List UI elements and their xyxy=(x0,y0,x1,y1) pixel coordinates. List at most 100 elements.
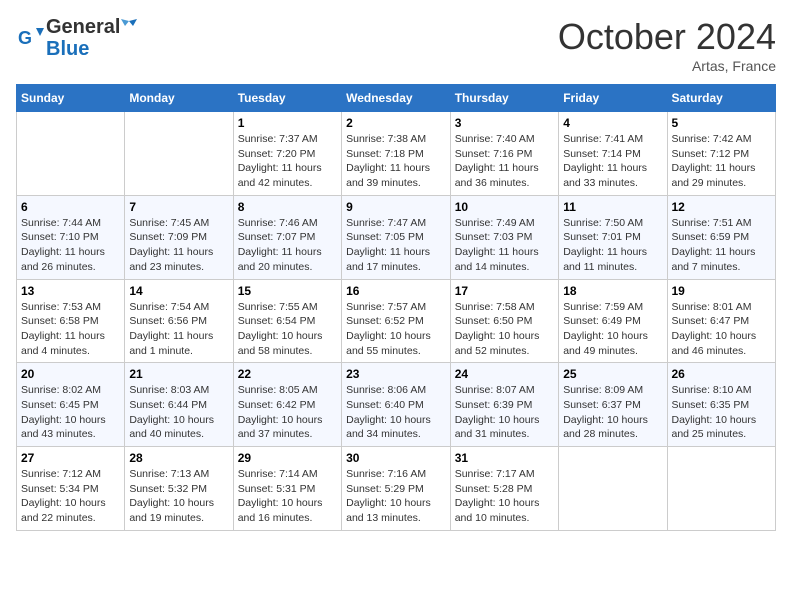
day-info: Sunrise: 8:10 AM Sunset: 6:35 PM Dayligh… xyxy=(672,383,772,442)
day-number: 11 xyxy=(563,200,662,214)
page-header: G General Blue October 2024 Artas, Franc… xyxy=(16,16,776,74)
day-info: Sunrise: 7:50 AM Sunset: 7:01 PM Dayligh… xyxy=(563,216,662,275)
calendar-cell: 11 Sunrise: 7:50 AM Sunset: 7:01 PM Dayli… xyxy=(559,195,667,279)
calendar-cell: 18 Sunrise: 7:59 AM Sunset: 6:49 PM Dayli… xyxy=(559,279,667,363)
day-info: Sunrise: 7:13 AM Sunset: 5:32 PM Dayligh… xyxy=(129,467,228,526)
day-number: 24 xyxy=(455,367,554,381)
day-info: Sunrise: 7:55 AM Sunset: 6:54 PM Dayligh… xyxy=(238,300,337,359)
day-info: Sunrise: 7:59 AM Sunset: 6:49 PM Dayligh… xyxy=(563,300,662,359)
month-title: October 2024 xyxy=(558,16,776,58)
column-header-tuesday: Tuesday xyxy=(233,85,341,112)
day-info: Sunrise: 7:37 AM Sunset: 7:20 PM Dayligh… xyxy=(238,132,337,191)
day-info: Sunrise: 7:12 AM Sunset: 5:34 PM Dayligh… xyxy=(21,467,120,526)
day-number: 14 xyxy=(129,284,228,298)
calendar-cell: 17 Sunrise: 7:58 AM Sunset: 6:50 PM Dayli… xyxy=(450,279,558,363)
day-info: Sunrise: 7:54 AM Sunset: 6:56 PM Dayligh… xyxy=(129,300,228,359)
calendar-cell: 12Sunrise: 7:51 AM Sunset: 6:59 PM Dayli… xyxy=(667,195,776,279)
day-info: Sunrise: 8:09 AM Sunset: 6:37 PM Dayligh… xyxy=(563,383,662,442)
day-number: 22 xyxy=(238,367,337,381)
column-header-sunday: Sunday xyxy=(17,85,125,112)
day-number: 26 xyxy=(672,367,772,381)
calendar-cell: 1 Sunrise: 7:37 AM Sunset: 7:20 PM Daylig… xyxy=(233,112,341,196)
day-info: Sunrise: 7:45 AM Sunset: 7:09 PM Dayligh… xyxy=(129,216,228,275)
calendar-cell: 31 Sunrise: 7:17 AM Sunset: 5:28 PM Dayli… xyxy=(450,447,558,531)
day-number: 17 xyxy=(455,284,554,298)
day-number: 29 xyxy=(238,451,337,465)
calendar-cell: 24 Sunrise: 8:07 AM Sunset: 6:39 PM Dayli… xyxy=(450,363,558,447)
calendar-cell: 26 Sunrise: 8:10 AM Sunset: 6:35 PM Dayli… xyxy=(667,363,776,447)
day-info: Sunrise: 7:53 AM Sunset: 6:58 PM Dayligh… xyxy=(21,300,120,359)
day-number: 1 xyxy=(238,116,337,130)
calendar-cell: 10Sunrise: 7:49 AM Sunset: 7:03 PM Dayli… xyxy=(450,195,558,279)
day-number: 8 xyxy=(238,200,337,214)
calendar-cell xyxy=(559,447,667,531)
day-info: Sunrise: 8:03 AM Sunset: 6:44 PM Dayligh… xyxy=(129,383,228,442)
title-block: October 2024 Artas, France xyxy=(558,16,776,74)
calendar-table: SundayMondayTuesdayWednesdayThursdayFrid… xyxy=(16,84,776,531)
day-number: 13 xyxy=(21,284,120,298)
column-header-friday: Friday xyxy=(559,85,667,112)
day-number: 15 xyxy=(238,284,337,298)
day-info: Sunrise: 8:06 AM Sunset: 6:40 PM Dayligh… xyxy=(346,383,446,442)
svg-text:G: G xyxy=(18,28,32,48)
day-number: 30 xyxy=(346,451,446,465)
calendar-cell: 5 Sunrise: 7:42 AM Sunset: 7:12 PM Daylig… xyxy=(667,112,776,196)
day-number: 21 xyxy=(129,367,228,381)
calendar-week-1: 1 Sunrise: 7:37 AM Sunset: 7:20 PM Daylig… xyxy=(17,112,776,196)
calendar-cell: 3Sunrise: 7:40 AM Sunset: 7:16 PM Daylig… xyxy=(450,112,558,196)
calendar-cell: 28 Sunrise: 7:13 AM Sunset: 5:32 PM Dayli… xyxy=(125,447,233,531)
day-info: Sunrise: 7:17 AM Sunset: 5:28 PM Dayligh… xyxy=(455,467,554,526)
logo-icon: G xyxy=(16,24,44,52)
calendar-cell xyxy=(125,112,233,196)
day-info: Sunrise: 7:51 AM Sunset: 6:59 PM Dayligh… xyxy=(672,216,772,275)
day-number: 5 xyxy=(672,116,772,130)
calendar-cell: 25 Sunrise: 8:09 AM Sunset: 6:37 PM Dayli… xyxy=(559,363,667,447)
calendar-cell: 13 Sunrise: 7:53 AM Sunset: 6:58 PM Dayli… xyxy=(17,279,125,363)
day-info: Sunrise: 7:58 AM Sunset: 6:50 PM Dayligh… xyxy=(455,300,554,359)
calendar-cell: 6Sunrise: 7:44 AM Sunset: 7:10 PM Daylig… xyxy=(17,195,125,279)
calendar-cell: 7 Sunrise: 7:45 AM Sunset: 7:09 PM Daylig… xyxy=(125,195,233,279)
header-row: SundayMondayTuesdayWednesdayThursdayFrid… xyxy=(17,85,776,112)
column-header-saturday: Saturday xyxy=(667,85,776,112)
day-number: 18 xyxy=(563,284,662,298)
calendar-cell: 15 Sunrise: 7:55 AM Sunset: 6:54 PM Dayli… xyxy=(233,279,341,363)
day-number: 7 xyxy=(129,200,228,214)
calendar-week-5: 27 Sunrise: 7:12 AM Sunset: 5:34 PM Dayli… xyxy=(17,447,776,531)
day-number: 6 xyxy=(21,200,120,214)
day-number: 10 xyxy=(455,200,554,214)
calendar-cell: 8 Sunrise: 7:46 AM Sunset: 7:07 PM Daylig… xyxy=(233,195,341,279)
day-info: Sunrise: 7:47 AM Sunset: 7:05 PM Dayligh… xyxy=(346,216,446,275)
calendar-cell: 2 Sunrise: 7:38 AM Sunset: 7:18 PM Daylig… xyxy=(342,112,451,196)
calendar-week-3: 13 Sunrise: 7:53 AM Sunset: 6:58 PM Dayli… xyxy=(17,279,776,363)
day-number: 23 xyxy=(346,367,446,381)
column-header-wednesday: Wednesday xyxy=(342,85,451,112)
day-info: Sunrise: 8:01 AM Sunset: 6:47 PM Dayligh… xyxy=(672,300,772,359)
column-header-monday: Monday xyxy=(125,85,233,112)
calendar-cell: 20Sunrise: 8:02 AM Sunset: 6:45 PM Dayli… xyxy=(17,363,125,447)
calendar-cell xyxy=(17,112,125,196)
day-number: 27 xyxy=(21,451,120,465)
day-info: Sunrise: 7:41 AM Sunset: 7:14 PM Dayligh… xyxy=(563,132,662,191)
calendar-cell: 19 Sunrise: 8:01 AM Sunset: 6:47 PM Dayli… xyxy=(667,279,776,363)
logo-general: General xyxy=(46,16,120,38)
day-number: 25 xyxy=(563,367,662,381)
calendar-cell: 16Sunrise: 7:57 AM Sunset: 6:52 PM Dayli… xyxy=(342,279,451,363)
day-number: 28 xyxy=(129,451,228,465)
calendar-cell: 29Sunrise: 7:14 AM Sunset: 5:31 PM Dayli… xyxy=(233,447,341,531)
day-info: Sunrise: 8:07 AM Sunset: 6:39 PM Dayligh… xyxy=(455,383,554,442)
day-info: Sunrise: 7:46 AM Sunset: 7:07 PM Dayligh… xyxy=(238,216,337,275)
logo-blue: Blue xyxy=(46,38,138,60)
day-number: 19 xyxy=(672,284,772,298)
day-number: 9 xyxy=(346,200,446,214)
calendar-cell: 22Sunrise: 8:05 AM Sunset: 6:42 PM Dayli… xyxy=(233,363,341,447)
day-info: Sunrise: 7:40 AM Sunset: 7:16 PM Dayligh… xyxy=(455,132,554,191)
day-info: Sunrise: 7:42 AM Sunset: 7:12 PM Dayligh… xyxy=(672,132,772,191)
location: Artas, France xyxy=(558,58,776,74)
calendar-cell: 14 Sunrise: 7:54 AM Sunset: 6:56 PM Dayli… xyxy=(125,279,233,363)
logo-bird-icon xyxy=(121,19,137,33)
day-number: 2 xyxy=(346,116,446,130)
calendar-week-4: 20Sunrise: 8:02 AM Sunset: 6:45 PM Dayli… xyxy=(17,363,776,447)
day-number: 31 xyxy=(455,451,554,465)
calendar-cell: 4Sunrise: 7:41 AM Sunset: 7:14 PM Daylig… xyxy=(559,112,667,196)
day-info: Sunrise: 7:38 AM Sunset: 7:18 PM Dayligh… xyxy=(346,132,446,191)
